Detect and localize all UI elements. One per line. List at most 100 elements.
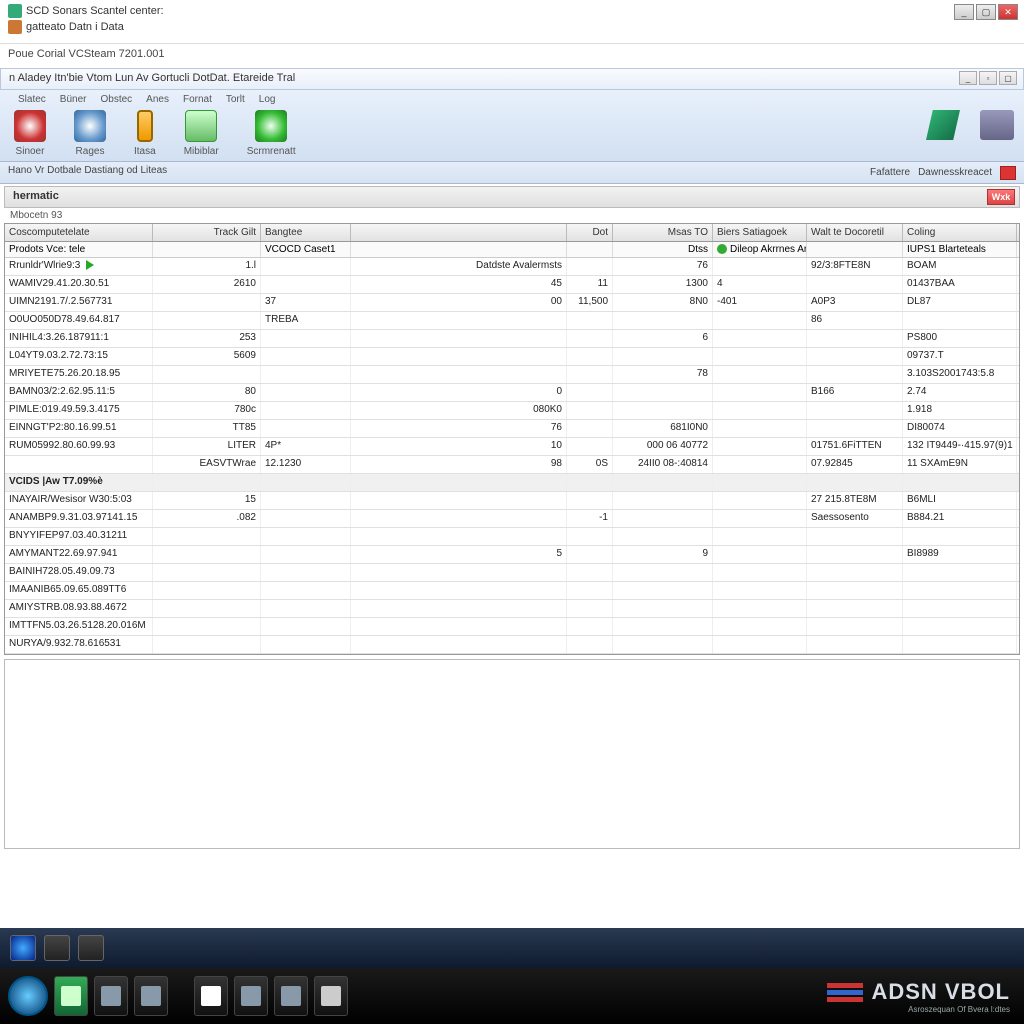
child-restore-button[interactable]: ▫ [979, 71, 997, 85]
table-row[interactable]: PIMLE:019.49.59.3.4175780c080K01.918 [5, 402, 1019, 420]
ribbon-item-icon [137, 110, 153, 142]
ribbon-item[interactable]: Itasa [134, 110, 156, 157]
taskbar-button-5[interactable] [234, 976, 268, 1016]
menu-bar-text: n Aladey Itn'bie Vtom Lun Av Gortucli Do… [9, 72, 295, 84]
brand-name: ADSN VBOL [871, 979, 1010, 1005]
ribbon-tab[interactable]: Log [259, 94, 276, 105]
table-row[interactable]: AMIYSTRB.08.93.88.4672 [5, 600, 1019, 618]
taskbar-button-2[interactable] [94, 976, 128, 1016]
app-titlebar: SCD Sonars Scantel center: gatteato Datn… [0, 0, 1024, 44]
ribbon-item[interactable]: Sinoer [14, 110, 46, 157]
ribbon-tab[interactable]: Torlt [226, 94, 245, 105]
info-bar-link-1[interactable]: Fafattere [870, 167, 910, 178]
column-header[interactable] [351, 224, 567, 241]
info-bar-left: Hano Vr Dotbale Dastiang od Liteas [8, 165, 167, 180]
child-maximize-button[interactable]: ▢ [999, 71, 1017, 85]
maximize-button[interactable]: ▢ [976, 4, 996, 20]
ribbon-tab[interactable]: Anes [146, 94, 169, 105]
ribbon-item-label: Itasa [134, 146, 156, 157]
status-button-2[interactable] [78, 935, 104, 961]
app-icon-1 [8, 4, 22, 18]
brand-logo: ADSN VBOL Asroszequan Of Bvera l:dtes [827, 979, 1010, 1014]
column-header[interactable]: Coscomputetelate [5, 224, 153, 241]
ribbon-item[interactable]: Scrmrenatt [247, 110, 296, 157]
filter-cell[interactable] [153, 242, 261, 257]
table-row[interactable]: ANAMBP9.9.31.03.97141.15.082-1Saessosent… [5, 510, 1019, 528]
table-row[interactable]: WAMIV29.41.20.30.51261045111300401437BAA [5, 276, 1019, 294]
table-row[interactable]: IMAANIB65.09.65.089TT6 [5, 582, 1019, 600]
table-row[interactable]: EINNGT'P2:80.16.99.51TT8576681I0N0DI8007… [5, 420, 1019, 438]
status-button-1[interactable] [44, 935, 70, 961]
column-header[interactable]: Dot [567, 224, 613, 241]
grid-header-row: CoscomputetelateTrack GiltBangtee DotMsas… [5, 224, 1019, 242]
ribbon-tab[interactable]: Slatec [18, 94, 46, 105]
column-header[interactable]: Biers Satiagoek [713, 224, 807, 241]
info-bar-link-2[interactable]: Dawnesskreacet [918, 167, 992, 178]
table-row[interactable]: BAINIH728.05.49.09.73 [5, 564, 1019, 582]
filter-cell[interactable] [567, 242, 613, 257]
taskbar-button-4[interactable] [194, 976, 228, 1016]
info-bar: Hano Vr Dotbale Dastiang od Liteas Fafat… [0, 162, 1024, 184]
taskbar-button-6[interactable] [274, 976, 308, 1016]
start-button[interactable] [8, 976, 48, 1016]
ribbon-tab[interactable]: Fornat [183, 94, 212, 105]
subtitle-bar: Poue Corial VCSteam 7201.001 [0, 44, 1024, 68]
table-row[interactable]: AMYMANT22.69.97.94159BI8989 [5, 546, 1019, 564]
child-minimize-button[interactable]: _ [959, 71, 977, 85]
ribbon-item[interactable]: Rages [74, 110, 106, 157]
table-row[interactable]: UIMN2191.7/.2.567731370011,5008N0-401A0P… [5, 294, 1019, 312]
ribbon-item-icon [14, 110, 46, 142]
table-row[interactable]: MRIYETE75.26.20.18.95783.103S2001743:5.8 [5, 366, 1019, 384]
filter-cell[interactable]: Dtss [613, 242, 713, 257]
ribbon-item[interactable]: Mibiblar [184, 110, 219, 157]
column-header[interactable]: Track Gilt [153, 224, 261, 241]
ribbon-item-label: Rages [76, 146, 105, 157]
table-row[interactable]: EASVTWrae12.1230980S24II0 08-:4081407.92… [5, 456, 1019, 474]
table-row[interactable]: BAMN03/2:2.62.95.11:5800B1662.74 [5, 384, 1019, 402]
ribbon-toolbar: Slatec Büner Obstec Anes Fornat Torlt Log Sino… [0, 90, 1024, 162]
taskbar-button-active[interactable] [54, 976, 88, 1016]
grid-filter-row[interactable]: Prodots Vce: tele VCOCD Caset1 DtssDileop … [5, 242, 1019, 258]
table-row[interactable]: L04YT9.03.2.72.73:15560909737.T [5, 348, 1019, 366]
ribbon-item-label: Mibiblar [184, 146, 219, 157]
table-row[interactable]: BNYYIFEP97.03.40.31211 [5, 528, 1019, 546]
table-row[interactable]: VCIDS |Aw T7.09%è [5, 474, 1019, 492]
table-row[interactable]: NURYA/9.932.78.616531 [5, 636, 1019, 654]
ribbon-item-icon [74, 110, 106, 142]
table-row[interactable]: Rrunldr'Wlrie9:31.lDatdste Avalermsts769… [5, 258, 1019, 276]
panel-close-button[interactable]: Wxk [987, 189, 1015, 205]
minimize-button[interactable]: _ [954, 4, 974, 20]
filter-cell[interactable] [807, 242, 903, 257]
status-orb-icon[interactable] [10, 935, 36, 961]
table-row[interactable]: RUM05992.80.60.99.93LITER4P*10000 06 407… [5, 438, 1019, 456]
brand-subtitle: Asroszequan Of Bvera l:dtes [827, 1005, 1010, 1014]
taskbar-button-3[interactable] [134, 976, 168, 1016]
column-header[interactable]: Coling [903, 224, 1017, 241]
ribbon-tab[interactable]: Büner [60, 94, 87, 105]
info-bar-close-icon[interactable] [1000, 166, 1016, 180]
panel-subheader: Mbocetn 93 [0, 208, 1024, 223]
filter-cell[interactable] [351, 242, 567, 257]
ribbon-tab[interactable]: Obstec [100, 94, 132, 105]
column-header[interactable]: Msas TO [613, 224, 713, 241]
lower-empty-panel [4, 659, 1020, 849]
table-row[interactable]: O0UO050D78.49.64.817TREBA86 [5, 312, 1019, 330]
ribbon-item-icon [185, 110, 217, 142]
table-row[interactable]: IMTTFN5.03.26.5128.20.016M [5, 618, 1019, 636]
filter-cell[interactable]: IUPS1 Blarteteals [903, 242, 1017, 257]
table-row[interactable]: INIHIL4:3.26.187911:12536PS800 [5, 330, 1019, 348]
column-header[interactable]: Walt te Docoretil [807, 224, 903, 241]
filter-cell[interactable]: VCOCD Caset1 [261, 242, 351, 257]
taskbar: ADSN VBOL Asroszequan Of Bvera l:dtes [0, 968, 1024, 1024]
table-row[interactable]: INAYAIR/Wesisor W30:5:031527 215.8TE8MB6… [5, 492, 1019, 510]
subtitle-text: Poue Corial VCSteam 7201.001 [8, 48, 165, 60]
close-button[interactable]: ✕ [998, 4, 1018, 20]
ribbon-right-icon-2[interactable] [980, 110, 1014, 140]
status-bar [0, 928, 1024, 968]
filter-cell[interactable]: Dileop Akrrnes Artirler [713, 242, 807, 257]
taskbar-button-7[interactable] [314, 976, 348, 1016]
filter-cell[interactable]: Prodots Vce: tele [5, 242, 153, 257]
ribbon-right-icon-1[interactable] [926, 110, 960, 140]
menu-bar: n Aladey Itn'bie Vtom Lun Av Gortucli Do… [0, 68, 1024, 90]
column-header[interactable]: Bangtee [261, 224, 351, 241]
